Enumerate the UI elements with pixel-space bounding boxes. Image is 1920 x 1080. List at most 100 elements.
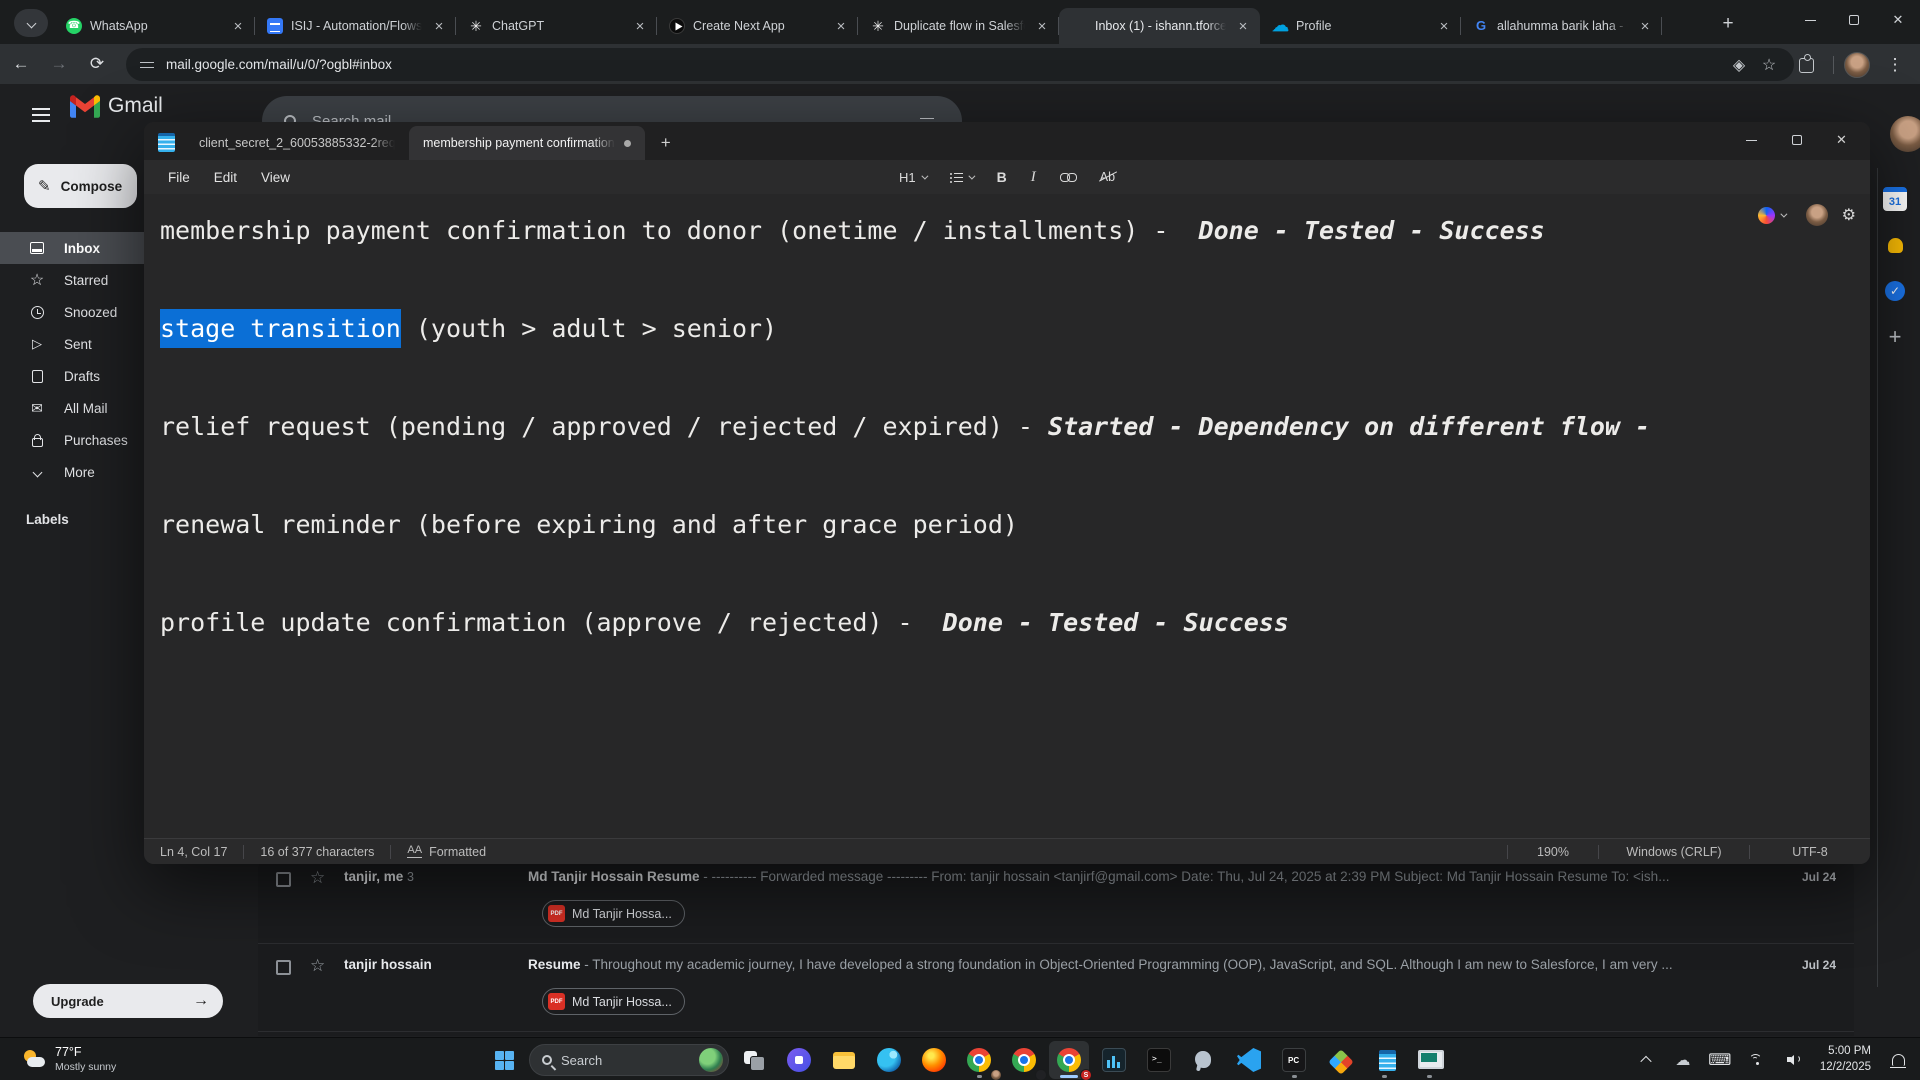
- new-tab-button[interactable]: +: [1712, 8, 1744, 40]
- browser-minimize-button[interactable]: [1788, 0, 1832, 40]
- calendar-panel-button[interactable]: 31: [1880, 184, 1910, 214]
- notepad-minimize-button[interactable]: [1729, 122, 1774, 158]
- taskbar-app-vscode[interactable]: [1229, 1041, 1269, 1079]
- taskbar-app-edge[interactable]: [869, 1041, 909, 1079]
- star-icon[interactable]: ☆: [310, 868, 325, 888]
- attachment-chip[interactable]: PDFMd Tanjir Hossa...: [542, 988, 685, 1015]
- tab-close-icon[interactable]: ×: [1234, 17, 1252, 35]
- keep-panel-button[interactable]: [1880, 230, 1910, 260]
- italic-button[interactable]: I: [1024, 165, 1043, 190]
- taskbar-app-notepad[interactable]: [1364, 1041, 1404, 1079]
- weather-condition: Mostly sunny: [55, 1061, 116, 1074]
- start-button[interactable]: [484, 1041, 524, 1079]
- star-icon[interactable]: ☆: [310, 956, 325, 976]
- menu-edit[interactable]: Edit: [202, 165, 249, 190]
- taskbar-app-terminal[interactable]: [1139, 1041, 1179, 1079]
- taskbar-app-chrome-avatar[interactable]: [959, 1041, 999, 1079]
- browser-tab-isij-automation-flows-s[interactable]: ISIJ - Automation/Flows S×: [255, 8, 456, 44]
- gmail-account-avatar[interactable]: [1890, 116, 1920, 152]
- network-button[interactable]: [1742, 1043, 1772, 1077]
- tab-close-icon[interactable]: ×: [832, 17, 850, 35]
- taskbar-app-firefox[interactable]: [914, 1041, 954, 1079]
- upgrade-button[interactable]: Upgrade →: [33, 984, 223, 1018]
- tab-close-icon[interactable]: ×: [1636, 17, 1654, 35]
- browser-close-button[interactable]: ✕: [1876, 0, 1920, 40]
- browser-tab-profile[interactable]: Profile×: [1260, 8, 1461, 44]
- browser-tab-chatgpt[interactable]: ChatGPT×: [456, 8, 657, 44]
- salesforce-favicon-icon: [1272, 18, 1288, 34]
- taskbar-app-postgresql[interactable]: [1184, 1041, 1224, 1079]
- taskbar-app-chrome-dark[interactable]: [1004, 1041, 1044, 1079]
- compose-button[interactable]: ✎ Compose: [24, 164, 137, 208]
- taskbar-app-taskpro[interactable]: [1409, 1041, 1449, 1079]
- taskbar-app-task-view[interactable]: [734, 1041, 774, 1079]
- get-addons-button[interactable]: +: [1880, 322, 1910, 352]
- notepad-maximize-button[interactable]: [1774, 122, 1819, 158]
- line-ending[interactable]: Windows (CRLF): [1599, 845, 1749, 859]
- attachment-chip[interactable]: PDFMd Tanjir Hossa...: [542, 900, 685, 927]
- notifications-button[interactable]: [1882, 1043, 1912, 1077]
- weather-widget[interactable]: 77°F Mostly sunny: [14, 1042, 124, 1077]
- zoom-level[interactable]: 190%: [1508, 845, 1598, 859]
- email-row[interactable]: ☆tanjir hossain Resume - Throughout my a…: [258, 944, 1854, 1032]
- address-bar[interactable]: mail.google.com/mail/u/0/?ogbl#inbox ◈ ☆: [126, 48, 1794, 81]
- insert-link-button[interactable]: [1053, 168, 1083, 186]
- bold-button[interactable]: B: [990, 165, 1014, 189]
- sidebar-item-label: Drafts: [64, 369, 100, 384]
- notepad-tab-client-secret-2-60053885332-2r[interactable]: client_secret_2_60053885332-2reqe52rribc: [185, 126, 409, 160]
- taskbar-app-explorer[interactable]: [824, 1041, 864, 1079]
- browser-menu-button[interactable]: ⋮: [1878, 48, 1912, 82]
- back-button[interactable]: ←: [4, 47, 38, 81]
- text-run: membership payment confirmation to donor…: [160, 216, 1199, 245]
- google-favicon-icon: [1473, 18, 1489, 34]
- forward-button[interactable]: →: [42, 47, 76, 81]
- browser-tab-create-next-app[interactable]: Create Next App×: [657, 8, 858, 44]
- taskbar-app-task-manager[interactable]: [1094, 1041, 1134, 1079]
- checkbox[interactable]: [276, 872, 291, 887]
- notepad-editor[interactable]: membership payment confirmation to donor…: [144, 194, 1870, 838]
- onedrive-button[interactable]: ☁: [1668, 1043, 1698, 1077]
- menu-file[interactable]: File: [156, 165, 202, 190]
- browser-tab-inbox-1-ishann-tforce[interactable]: Inbox (1) - ishann.tforce@×: [1059, 8, 1260, 44]
- view-mode-toggle[interactable]: AA Formatted: [391, 845, 502, 859]
- taskbar-app-diamond[interactable]: [1319, 1041, 1359, 1079]
- compose-label: Compose: [61, 179, 123, 194]
- tab-close-icon[interactable]: ×: [1033, 17, 1051, 35]
- taskbar-app-pycharm[interactable]: [1274, 1041, 1314, 1079]
- tab-close-icon[interactable]: ×: [430, 17, 448, 35]
- tab-close-icon[interactable]: ×: [1435, 17, 1453, 35]
- reading-mode-icon[interactable]: ◈: [1724, 50, 1754, 80]
- browser-tab-whatsapp[interactable]: WhatsApp×: [54, 8, 255, 44]
- taskbar-app-chat[interactable]: [779, 1041, 819, 1079]
- browser-tab-allahumma-barik-laha-go[interactable]: allahumma barik laha - Go×: [1461, 8, 1662, 44]
- extensions-button[interactable]: [1789, 48, 1823, 82]
- browser-maximize-button[interactable]: [1832, 0, 1876, 40]
- notepad-new-tab-button[interactable]: +: [651, 128, 681, 158]
- email-row[interactable]: ☆tanjir, me 3Md Tanjir Hossain Resume - …: [258, 856, 1854, 944]
- reload-button[interactable]: ⟳: [80, 47, 114, 81]
- clock[interactable]: 5:00 PM 12/2/2025: [1816, 1044, 1875, 1075]
- tab-close-icon[interactable]: ×: [631, 17, 649, 35]
- tray-overflow-button[interactable]: [1631, 1043, 1661, 1077]
- menu-view[interactable]: View: [249, 165, 302, 190]
- heading-style-button[interactable]: H1: [892, 166, 933, 189]
- clear-formatting-button[interactable]: Ab: [1093, 166, 1122, 188]
- notepad-close-button[interactable]: ✕: [1819, 122, 1864, 158]
- site-info-icon[interactable]: [140, 60, 154, 70]
- browser-profile-avatar[interactable]: [1844, 52, 1870, 78]
- list-style-button[interactable]: [943, 168, 980, 186]
- tasks-panel-button[interactable]: ✓: [1880, 276, 1910, 306]
- checkbox[interactable]: [276, 960, 291, 975]
- volume-button[interactable]: [1779, 1043, 1809, 1077]
- taskbar-app-chrome-s[interactable]: S: [1049, 1041, 1089, 1079]
- tab-close-icon[interactable]: ×: [229, 17, 247, 35]
- taskbar-search[interactable]: Search: [529, 1044, 729, 1076]
- bookmark-star-icon[interactable]: ☆: [1754, 50, 1784, 80]
- tab-search-button[interactable]: [14, 9, 48, 37]
- touch-keyboard-button[interactable]: ⌨: [1705, 1043, 1735, 1077]
- notepad-tab-membership-payment-confirmatio[interactable]: membership payment confirmation: [409, 126, 645, 160]
- browser-tab-duplicate-flow-in-salesforc[interactable]: Duplicate flow in Salesforc×: [858, 8, 1059, 44]
- encoding[interactable]: UTF-8: [1750, 845, 1870, 859]
- notepad-titlebar[interactable]: client_secret_2_60053885332-2reqe52rribc…: [144, 122, 1870, 160]
- hamburger-menu-icon[interactable]: [32, 108, 50, 110]
